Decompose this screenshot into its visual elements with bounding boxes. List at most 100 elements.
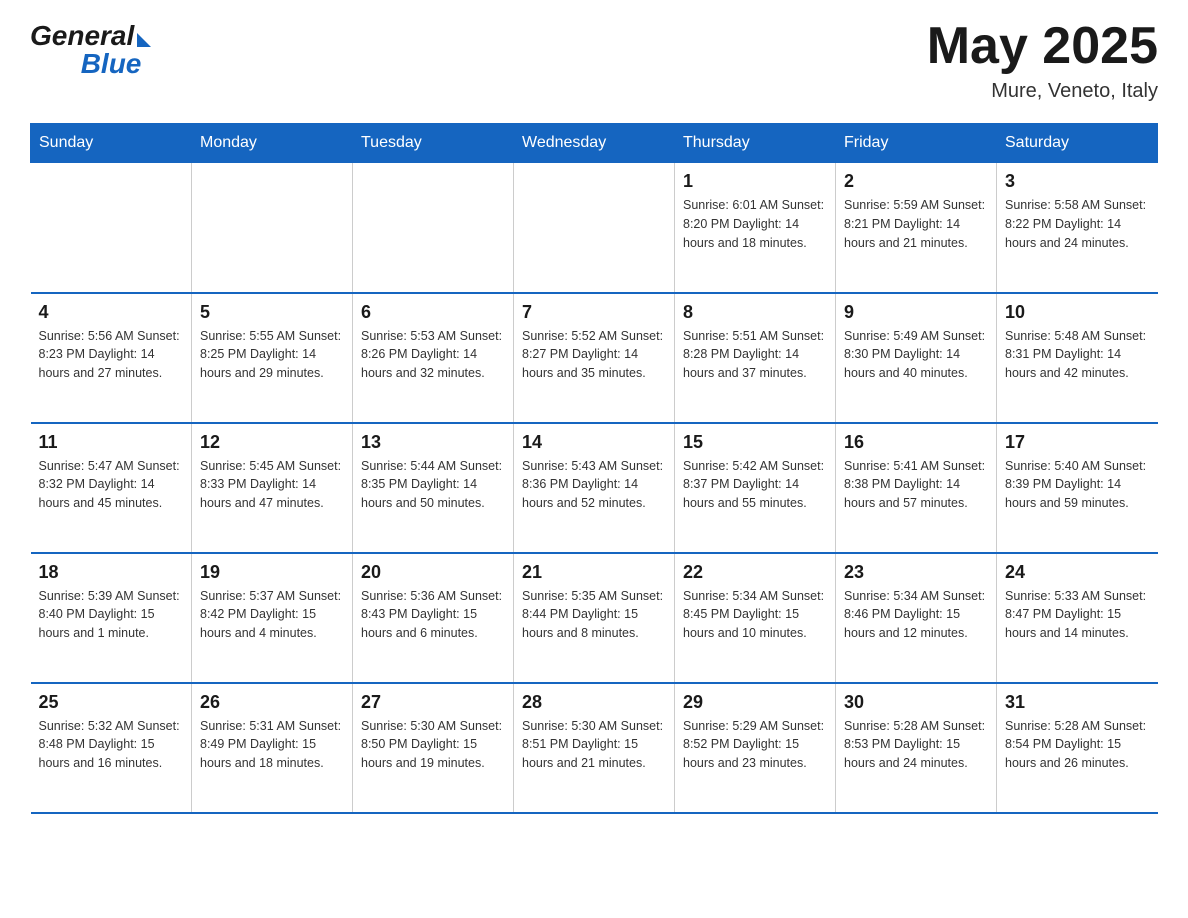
table-row: 23 Sunrise: 5:34 AM Sunset: 8:46 PM Dayli… (836, 553, 997, 683)
day-number: 19 (200, 562, 344, 583)
table-row: 1Sunrise: 6:01 AM Sunset: 8:20 PM Daylig… (675, 163, 836, 293)
day-number: 31 (1005, 692, 1150, 713)
calendar-week-row: 18 Sunrise: 5:39 AM Sunset: 8:40 PM Dayli… (31, 553, 1158, 683)
day-number: 22 (683, 562, 827, 583)
table-row: 31 Sunrise: 5:28 AM Sunset: 8:54 PM Dayli… (997, 683, 1158, 813)
calendar-table: Sunday Monday Tuesday Wednesday Thursday… (30, 123, 1158, 814)
table-row: 22Sunrise: 5:34 AM Sunset: 8:45 PM Dayli… (675, 553, 836, 683)
day-info: Sunrise: 5:33 AM Sunset: 8:47 PM Dayligh… (1005, 587, 1150, 643)
day-number: 3 (1005, 171, 1150, 192)
day-info: Sunrise: 5:40 AM Sunset: 8:39 PM Dayligh… (1005, 457, 1150, 513)
day-number: 11 (39, 432, 184, 453)
day-info: Sunrise: 5:32 AM Sunset: 8:48 PM Dayligh… (39, 717, 184, 773)
day-info: Sunrise: 5:55 AM Sunset: 8:25 PM Dayligh… (200, 327, 344, 383)
day-info: Sunrise: 5:47 AM Sunset: 8:32 PM Dayligh… (39, 457, 184, 513)
table-row: 26 Sunrise: 5:31 AM Sunset: 8:49 PM Dayli… (192, 683, 353, 813)
day-number: 29 (683, 692, 827, 713)
day-info: Sunrise: 5:30 AM Sunset: 8:50 PM Dayligh… (361, 717, 505, 773)
calendar-header-row: Sunday Monday Tuesday Wednesday Thursday… (31, 124, 1158, 163)
day-info: Sunrise: 5:28 AM Sunset: 8:54 PM Dayligh… (1005, 717, 1150, 773)
day-number: 24 (1005, 562, 1150, 583)
table-row (192, 163, 353, 293)
month-year-title: May 2025 (927, 20, 1158, 72)
table-row: 14 Sunrise: 5:43 AM Sunset: 8:36 PM Dayli… (514, 423, 675, 553)
day-number: 6 (361, 302, 505, 323)
table-row (514, 163, 675, 293)
table-row: 8 Sunrise: 5:51 AM Sunset: 8:28 PM Daylig… (675, 293, 836, 423)
col-wednesday: Wednesday (514, 124, 675, 163)
day-number: 27 (361, 692, 505, 713)
day-info: Sunrise: 5:35 AM Sunset: 8:44 PM Dayligh… (522, 587, 666, 643)
day-number: 10 (1005, 302, 1150, 323)
table-row: 9Sunrise: 5:49 AM Sunset: 8:30 PM Daylig… (836, 293, 997, 423)
col-friday: Friday (836, 124, 997, 163)
day-info: Sunrise: 5:51 AM Sunset: 8:28 PM Dayligh… (683, 327, 827, 383)
calendar-week-row: 11 Sunrise: 5:47 AM Sunset: 8:32 PM Dayli… (31, 423, 1158, 553)
day-number: 14 (522, 432, 666, 453)
day-number: 8 (683, 302, 827, 323)
table-row: 27 Sunrise: 5:30 AM Sunset: 8:50 PM Dayli… (353, 683, 514, 813)
day-info: Sunrise: 5:28 AM Sunset: 8:53 PM Dayligh… (844, 717, 988, 773)
day-info: Sunrise: 5:53 AM Sunset: 8:26 PM Dayligh… (361, 327, 505, 383)
table-row: 4Sunrise: 5:56 AM Sunset: 8:23 PM Daylig… (31, 293, 192, 423)
logo-arrow-icon (137, 33, 151, 47)
table-row: 16 Sunrise: 5:41 AM Sunset: 8:38 PM Dayli… (836, 423, 997, 553)
table-row: 19Sunrise: 5:37 AM Sunset: 8:42 PM Dayli… (192, 553, 353, 683)
calendar-week-row: 1Sunrise: 6:01 AM Sunset: 8:20 PM Daylig… (31, 163, 1158, 293)
table-row: 13 Sunrise: 5:44 AM Sunset: 8:35 PM Dayli… (353, 423, 514, 553)
day-number: 18 (39, 562, 184, 583)
day-number: 15 (683, 432, 827, 453)
table-row: 29Sunrise: 5:29 AM Sunset: 8:52 PM Dayli… (675, 683, 836, 813)
day-info: Sunrise: 5:45 AM Sunset: 8:33 PM Dayligh… (200, 457, 344, 513)
title-area: May 2025 Mure, Veneto, Italy (927, 20, 1158, 103)
logo-blue-text: Blue (81, 48, 142, 80)
table-row: 7 Sunrise: 5:52 AM Sunset: 8:27 PM Daylig… (514, 293, 675, 423)
day-info: Sunrise: 5:30 AM Sunset: 8:51 PM Dayligh… (522, 717, 666, 773)
logo: General Blue (30, 20, 151, 80)
day-number: 23 (844, 562, 988, 583)
day-number: 28 (522, 692, 666, 713)
table-row: 17 Sunrise: 5:40 AM Sunset: 8:39 PM Dayli… (997, 423, 1158, 553)
table-row: 12 Sunrise: 5:45 AM Sunset: 8:33 PM Dayli… (192, 423, 353, 553)
day-info: Sunrise: 5:43 AM Sunset: 8:36 PM Dayligh… (522, 457, 666, 513)
day-info: Sunrise: 5:41 AM Sunset: 8:38 PM Dayligh… (844, 457, 988, 513)
day-number: 12 (200, 432, 344, 453)
table-row: 24 Sunrise: 5:33 AM Sunset: 8:47 PM Dayli… (997, 553, 1158, 683)
day-info: Sunrise: 5:44 AM Sunset: 8:35 PM Dayligh… (361, 457, 505, 513)
day-number: 17 (1005, 432, 1150, 453)
col-thursday: Thursday (675, 124, 836, 163)
table-row: 20 Sunrise: 5:36 AM Sunset: 8:43 PM Dayli… (353, 553, 514, 683)
day-number: 20 (361, 562, 505, 583)
day-info: Sunrise: 5:34 AM Sunset: 8:46 PM Dayligh… (844, 587, 988, 643)
day-info: Sunrise: 5:31 AM Sunset: 8:49 PM Dayligh… (200, 717, 344, 773)
day-info: Sunrise: 5:48 AM Sunset: 8:31 PM Dayligh… (1005, 327, 1150, 383)
day-number: 21 (522, 562, 666, 583)
day-number: 16 (844, 432, 988, 453)
table-row: 25 Sunrise: 5:32 AM Sunset: 8:48 PM Dayli… (31, 683, 192, 813)
day-info: Sunrise: 5:36 AM Sunset: 8:43 PM Dayligh… (361, 587, 505, 643)
col-tuesday: Tuesday (353, 124, 514, 163)
day-number: 26 (200, 692, 344, 713)
day-number: 2 (844, 171, 988, 192)
day-info: Sunrise: 5:49 AM Sunset: 8:30 PM Dayligh… (844, 327, 988, 383)
table-row: 18 Sunrise: 5:39 AM Sunset: 8:40 PM Dayli… (31, 553, 192, 683)
day-info: Sunrise: 5:52 AM Sunset: 8:27 PM Dayligh… (522, 327, 666, 383)
page-header: General Blue May 2025 Mure, Veneto, Ital… (30, 20, 1158, 103)
day-number: 7 (522, 302, 666, 323)
table-row: 10 Sunrise: 5:48 AM Sunset: 8:31 PM Dayli… (997, 293, 1158, 423)
day-number: 4 (39, 302, 184, 323)
day-info: Sunrise: 5:39 AM Sunset: 8:40 PM Dayligh… (39, 587, 184, 643)
day-info: Sunrise: 5:59 AM Sunset: 8:21 PM Dayligh… (844, 196, 988, 252)
logo-underscore (32, 48, 79, 80)
day-number: 13 (361, 432, 505, 453)
table-row: 15Sunrise: 5:42 AM Sunset: 8:37 PM Dayli… (675, 423, 836, 553)
day-info: Sunrise: 6:01 AM Sunset: 8:20 PM Dayligh… (683, 196, 827, 252)
table-row: 28 Sunrise: 5:30 AM Sunset: 8:51 PM Dayli… (514, 683, 675, 813)
col-sunday: Sunday (31, 124, 192, 163)
col-saturday: Saturday (997, 124, 1158, 163)
table-row: 5 Sunrise: 5:55 AM Sunset: 8:25 PM Daylig… (192, 293, 353, 423)
day-number: 25 (39, 692, 184, 713)
day-number: 5 (200, 302, 344, 323)
table-row: 11 Sunrise: 5:47 AM Sunset: 8:32 PM Dayli… (31, 423, 192, 553)
table-row: 3Sunrise: 5:58 AM Sunset: 8:22 PM Daylig… (997, 163, 1158, 293)
